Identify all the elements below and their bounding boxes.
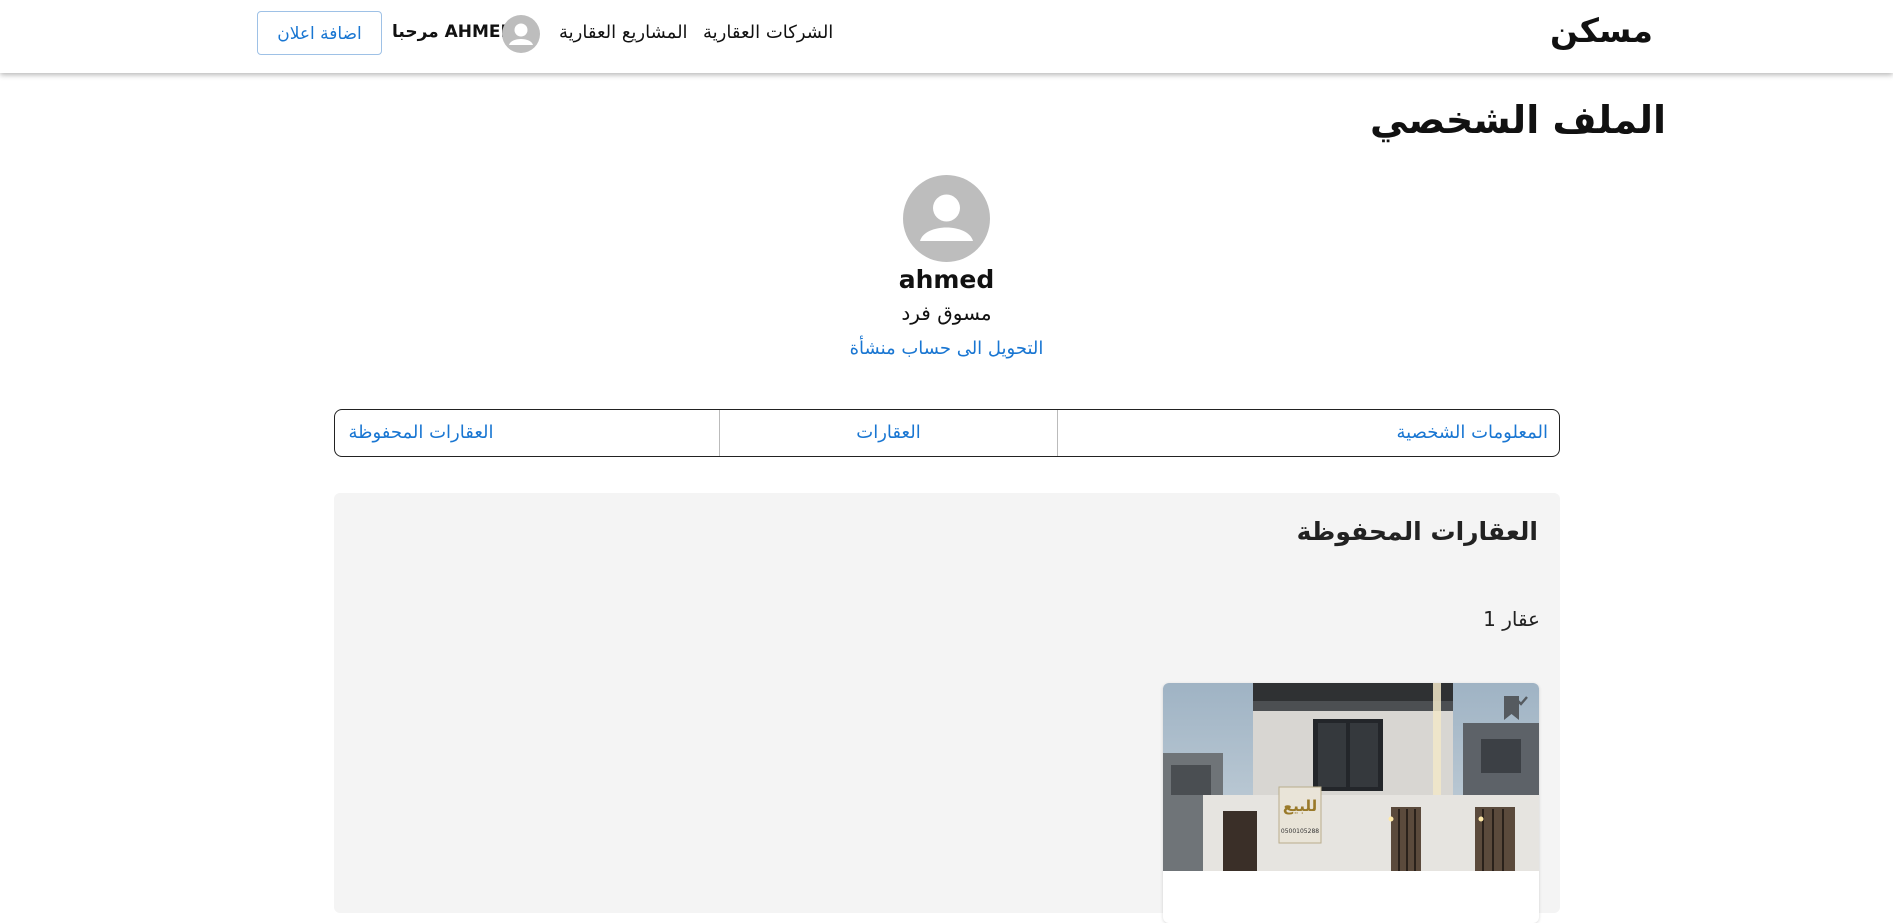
profile-avatar-icon <box>903 175 990 262</box>
svg-text:للبيع: للبيع <box>1283 797 1317 815</box>
tab-personal-info[interactable]: المعلومات الشخصية <box>1208 410 1548 456</box>
tab-saved-properties[interactable]: العقارات المحفوظة <box>335 410 507 456</box>
top-navbar: مسكن الشركات العقارية المشاريع العقارية … <box>0 0 1893 73</box>
switch-to-company-account-link[interactable]: التحويل الى حساب منشأة <box>800 338 1093 359</box>
nav-real-estate-companies[interactable]: الشركات العقارية <box>703 22 833 43</box>
bookmark-saved-icon[interactable] <box>1499 693 1529 723</box>
saved-count: 1 عقار <box>1483 607 1540 631</box>
profile-tabs: المعلومات الشخصية العقارات العقارات المح… <box>334 409 1560 457</box>
user-avatar-icon <box>502 15 540 53</box>
saved-properties-panel: العقارات المحفوظة 1 عقار للبيع 050010528… <box>334 493 1560 923</box>
property-card[interactable]: للبيع 0500105288 <box>1163 683 1539 923</box>
svg-text:0500105288: 0500105288 <box>1281 828 1319 835</box>
saved-properties-title: العقارات المحفوظة <box>1296 517 1538 546</box>
brand-logo[interactable]: مسكن <box>1550 11 1653 50</box>
tab-properties[interactable]: العقارات <box>719 410 1058 456</box>
add-ad-button[interactable]: اضافة اعلان <box>257 11 382 55</box>
property-photo: للبيع 0500105288 <box>1163 683 1539 871</box>
profile-role: مسوق فرد <box>901 301 992 325</box>
profile-name: ahmed <box>898 265 995 294</box>
user-greeting: مرحبا AHMED <box>392 22 515 42</box>
nav-real-estate-projects[interactable]: المشاريع العقارية <box>559 22 688 43</box>
page-title: الملف الشخصي <box>1369 98 1666 142</box>
